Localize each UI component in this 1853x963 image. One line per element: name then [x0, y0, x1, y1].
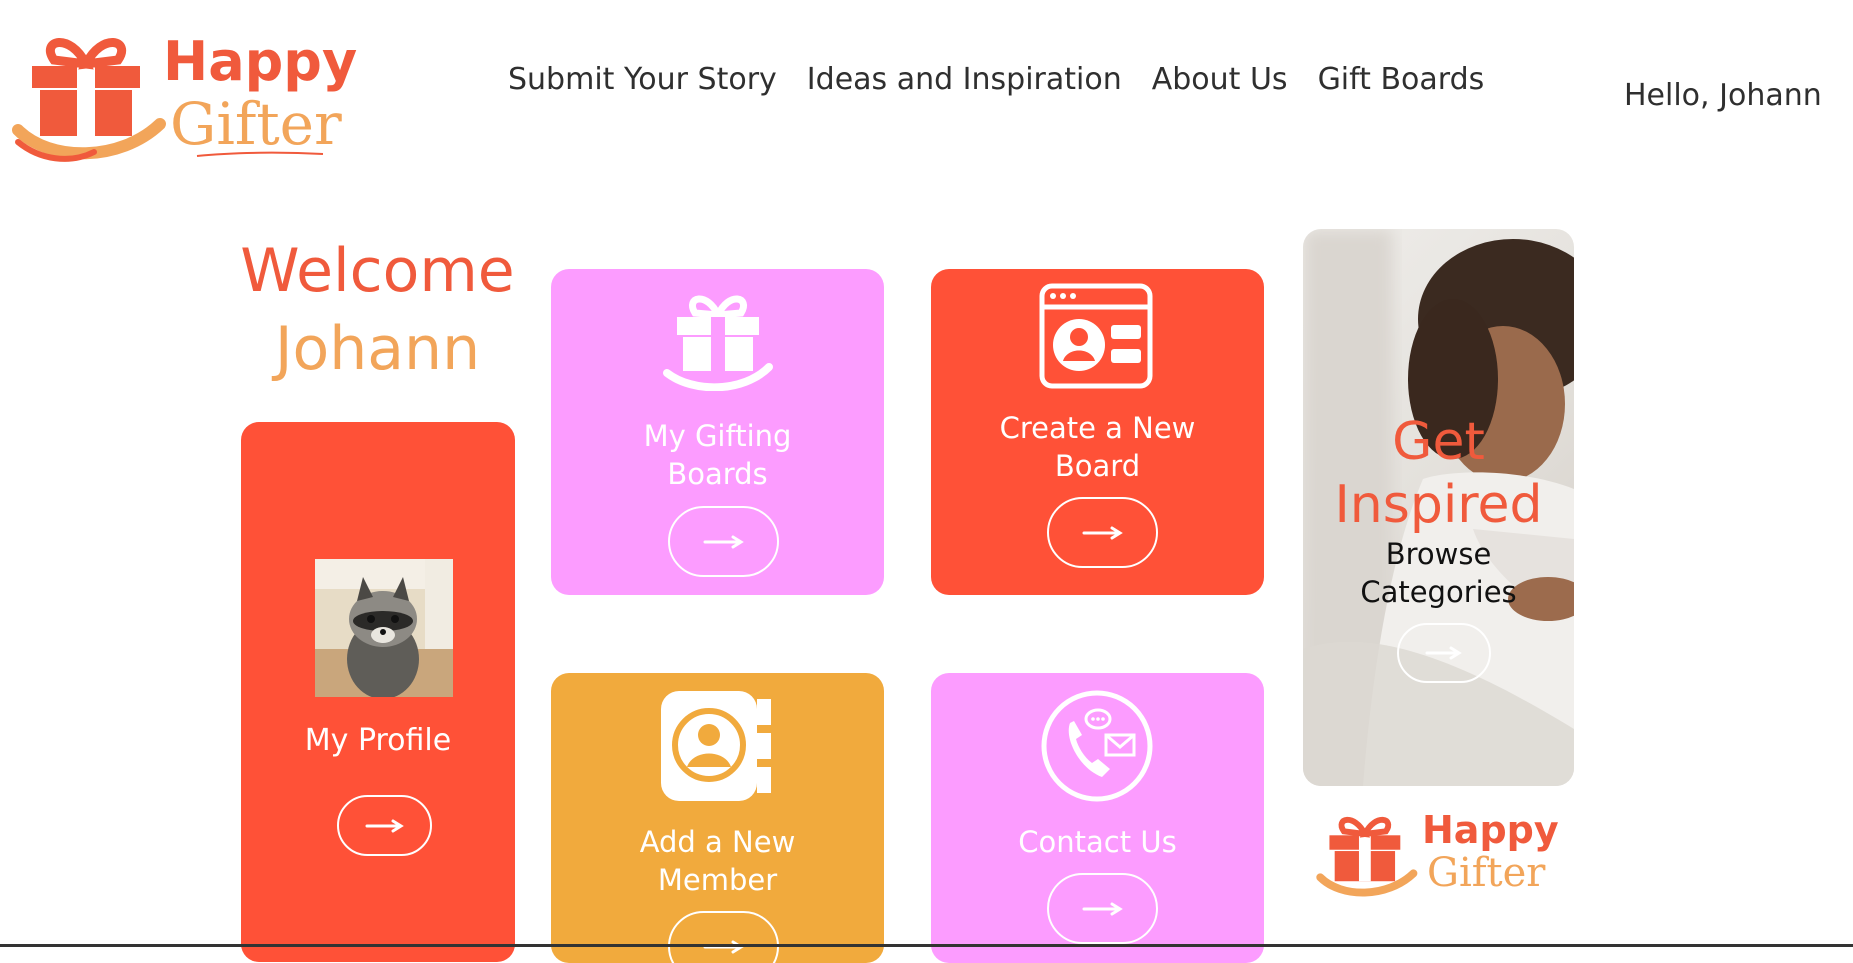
- contact-arrow-button[interactable]: [1047, 873, 1158, 944]
- gift-hand-icon: [663, 295, 773, 391]
- gift-hand-logo-icon: [12, 38, 166, 162]
- profile-arrow-button[interactable]: [337, 795, 432, 856]
- brand-logo[interactable]: Happy Gifter: [10, 22, 357, 167]
- profile-card-icon: [1039, 283, 1153, 389]
- new-board-arrow-button[interactable]: [1047, 497, 1158, 568]
- arrow-right-icon: [1082, 526, 1123, 539]
- arrow-right-icon: [703, 535, 744, 548]
- gifting-boards-title-line2: Boards: [667, 457, 768, 491]
- profile-card-title: My Profile: [304, 723, 452, 758]
- new-board-card[interactable]: Create a New Board: [931, 269, 1264, 595]
- inspired-title-line1: Get: [1392, 412, 1485, 472]
- user-greeting[interactable]: Hello, Johann: [1624, 78, 1822, 113]
- footer-logo: Happy Gifter: [1315, 800, 1565, 910]
- nav-submit-story[interactable]: Submit Your Story: [508, 62, 777, 97]
- profile-card[interactable]: My Profile: [241, 422, 515, 962]
- new-board-title-line2: Board: [1054, 449, 1141, 483]
- nav-gift-boards[interactable]: Gift Boards: [1318, 62, 1485, 97]
- nav-ideas-inspiration[interactable]: Ideas and Inspiration: [807, 62, 1122, 97]
- arrow-right-icon: [1082, 902, 1123, 915]
- new-board-title-line1: Create a New: [999, 411, 1196, 445]
- inspired-arrow-button[interactable]: [1397, 623, 1491, 683]
- arrow-right-icon: [365, 819, 404, 832]
- nav-about-us[interactable]: About Us: [1152, 62, 1288, 97]
- logo-word-gifter: Gifter: [170, 90, 342, 158]
- welcome-name: Johann: [274, 314, 481, 384]
- get-inspired-card[interactable]: Get Inspired Browse Categories: [1303, 229, 1574, 786]
- logo-underline: [196, 151, 324, 157]
- new-member-title-line2: Member: [657, 863, 778, 897]
- address-book-icon: [661, 691, 771, 801]
- inspired-title-line2: Inspired: [1334, 475, 1543, 535]
- footer-logo-word-happy: Happy: [1422, 808, 1559, 852]
- logo-word-happy: Happy: [163, 30, 358, 93]
- inspired-subtitle-line2: Categories: [1360, 575, 1517, 609]
- raccoon-avatar-photo: [315, 559, 453, 697]
- gifting-boards-arrow-button[interactable]: [668, 506, 779, 577]
- inspired-subtitle-line1: Browse: [1385, 537, 1492, 571]
- arrow-right-icon: [1425, 646, 1462, 660]
- new-member-title-line1: Add a New: [639, 825, 796, 859]
- phone-contact-icon: [1041, 690, 1153, 802]
- new-member-arrow-button[interactable]: [668, 911, 779, 963]
- gifting-boards-card[interactable]: My Gifting Boards: [551, 269, 884, 595]
- contact-card[interactable]: Contact Us: [931, 673, 1264, 963]
- contact-card-title: Contact Us: [1018, 825, 1177, 859]
- gifting-boards-title-line1: My Gifting: [643, 419, 792, 453]
- main-nav: Submit Your Story Ideas and Inspiration …: [508, 62, 1484, 97]
- footer-logo-word-gifter: Gifter: [1427, 850, 1546, 896]
- welcome-heading: Welcome: [240, 236, 515, 306]
- gift-hand-logo-icon: [1316, 816, 1418, 897]
- new-member-card[interactable]: Add a New Member: [551, 673, 884, 963]
